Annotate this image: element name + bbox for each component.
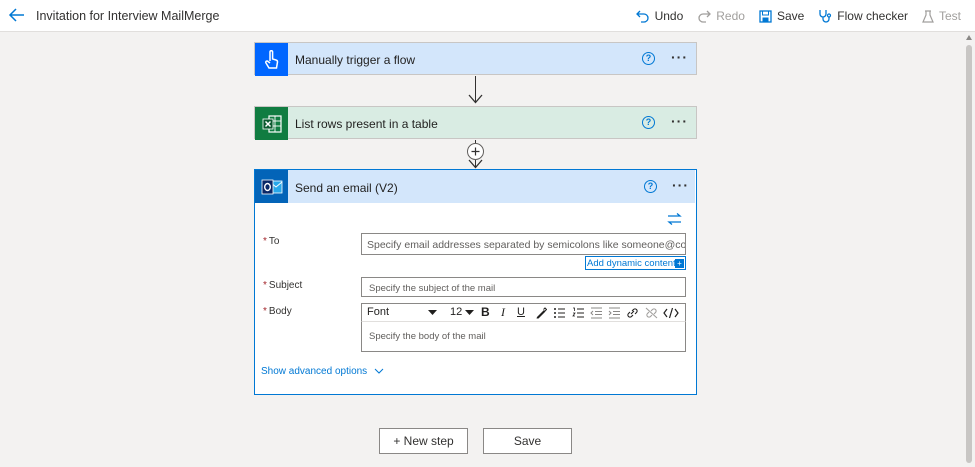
rich-text-toolbar: Font 12 B I U: [361, 303, 686, 322]
save-label: Save: [776, 9, 805, 23]
redo-icon: [698, 10, 712, 23]
body-label: * Body: [263, 306, 292, 317]
help-icon[interactable]: ?: [642, 116, 655, 129]
test-button[interactable]: Test: [922, 9, 961, 23]
trigger-title: Manually trigger a flow: [295, 53, 416, 67]
scroll-thumb[interactable]: [966, 45, 972, 463]
save-button[interactable]: Save: [483, 428, 572, 454]
subject-input[interactable]: Specify the subject of the mail: [361, 277, 686, 297]
trigger-card[interactable]: Manually trigger a flow ? ···: [254, 42, 697, 76]
font-size-select[interactable]: 12: [450, 306, 462, 318]
plus-icon: [471, 147, 480, 156]
send-email-title: Send an email (V2): [295, 181, 398, 195]
test-label: Test: [938, 9, 961, 23]
switch-input-mode-icon[interactable]: [667, 213, 682, 225]
more-options-icon[interactable]: ···: [672, 177, 689, 193]
excel-icon: [255, 107, 288, 140]
code-view-icon[interactable]: [663, 307, 679, 319]
redo-button[interactable]: Redo: [697, 9, 745, 23]
send-email-card-header[interactable]: Send an email (V2) ? ···: [255, 170, 695, 203]
chevron-down-icon: [374, 369, 384, 375]
font-size-dropdown-icon[interactable]: [465, 310, 474, 316]
beaker-icon: [922, 9, 934, 23]
redo-label: Redo: [716, 9, 745, 23]
show-advanced-options-label: Show advanced options: [261, 366, 368, 377]
bold-icon[interactable]: B: [481, 305, 490, 319]
save-icon: [759, 9, 772, 23]
numbered-list-icon[interactable]: [572, 307, 585, 319]
list-rows-card-header[interactable]: List rows present in a table ? ···: [254, 106, 697, 140]
bullet-list-icon[interactable]: [553, 307, 566, 319]
more-options-icon[interactable]: ···: [671, 113, 688, 129]
link-icon[interactable]: [626, 307, 639, 319]
font-select[interactable]: Font: [367, 306, 389, 318]
trigger-card-header[interactable]: Manually trigger a flow ? ···: [254, 42, 697, 76]
list-rows-title: List rows present in a table: [295, 117, 438, 131]
scroll-up-arrow-icon[interactable]: [966, 35, 972, 40]
subject-label: * Subject: [263, 280, 303, 291]
to-label: * To: [263, 236, 280, 247]
decrease-indent-icon[interactable]: [590, 307, 603, 319]
vertical-scrollbar[interactable]: [963, 33, 975, 467]
undo-icon: [635, 10, 649, 23]
connector-arrow-icon: [468, 159, 483, 169]
flow-checker-label: Flow checker: [837, 9, 908, 23]
underline-icon[interactable]: U: [517, 306, 525, 318]
stethoscope-icon: [819, 10, 832, 23]
outlook-icon: [255, 170, 288, 203]
list-rows-card[interactable]: List rows present in a table ? ···: [254, 106, 697, 140]
highlight-pen-icon[interactable]: [535, 307, 547, 319]
show-advanced-options-link[interactable]: Show advanced options: [261, 366, 384, 377]
undo-button[interactable]: Undo: [635, 9, 684, 23]
connector-arrow-icon: [468, 94, 483, 104]
add-dynamic-content-button[interactable]: Add dynamic content +: [585, 256, 686, 270]
hand-touch-icon: [255, 43, 288, 76]
italic-icon[interactable]: I: [501, 305, 505, 320]
command-bar: Undo Redo Save Flow checker Test: [635, 0, 975, 32]
insert-step-button[interactable]: [467, 143, 484, 160]
increase-indent-icon[interactable]: [608, 307, 621, 319]
more-options-icon[interactable]: ···: [671, 49, 688, 65]
plus-icon: +: [675, 259, 684, 268]
top-bar: Invitation for Interview MailMerge Undo …: [0, 0, 975, 32]
unlink-icon[interactable]: [645, 307, 658, 319]
new-step-button[interactable]: + New step: [379, 428, 468, 454]
body-editor[interactable]: Specify the body of the mail: [361, 322, 686, 352]
help-icon[interactable]: ?: [642, 52, 655, 65]
font-dropdown-icon[interactable]: [428, 310, 437, 316]
undo-label: Undo: [654, 9, 684, 23]
flow-title: Invitation for Interview MailMerge: [36, 9, 220, 23]
help-icon[interactable]: ?: [644, 180, 657, 193]
flow-checker-button[interactable]: Flow checker: [818, 9, 908, 23]
save-toolbar-button[interactable]: Save: [759, 9, 804, 23]
back-arrow-icon[interactable]: [8, 7, 28, 25]
to-input[interactable]: Specify email addresses separated by sem…: [361, 233, 686, 255]
add-dynamic-content-label: Add dynamic content: [587, 258, 676, 269]
